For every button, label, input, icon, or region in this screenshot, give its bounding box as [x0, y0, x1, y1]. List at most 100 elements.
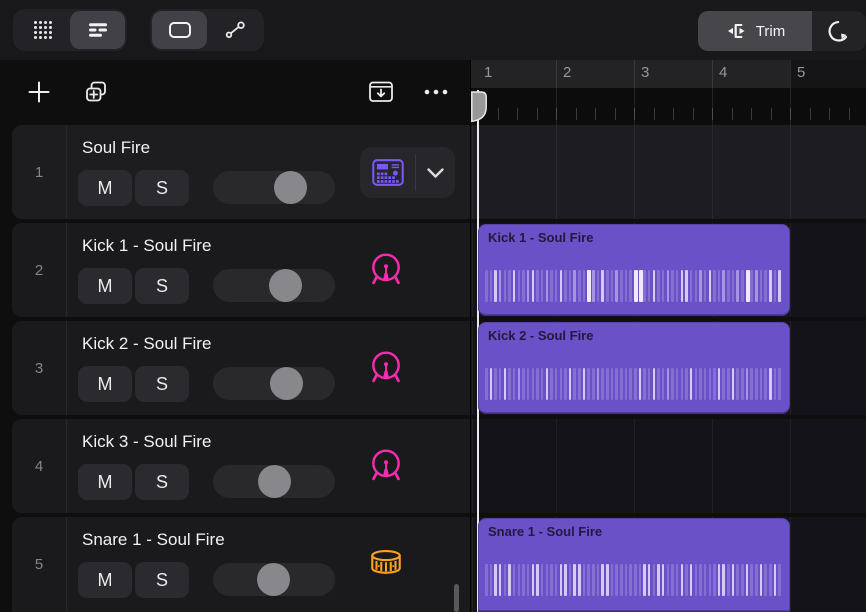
- mute-button[interactable]: M: [78, 464, 132, 500]
- track-number: 2: [12, 223, 66, 317]
- row-divider: [66, 517, 67, 612]
- solo-button[interactable]: S: [135, 268, 189, 304]
- solo-button[interactable]: S: [135, 464, 189, 500]
- track-number: 4: [12, 419, 66, 513]
- track-row-2[interactable]: 2 Kick 1 - Soul Fire M S: [12, 223, 470, 317]
- automation-icon: [224, 19, 246, 41]
- track-name: Soul Fire: [82, 138, 150, 158]
- playhead-marker[interactable]: [471, 91, 488, 128]
- bar-number: 1: [484, 64, 492, 81]
- solo-button[interactable]: S: [135, 170, 189, 206]
- track-row-3[interactable]: 3 Kick 2 - Soul Fire M S: [12, 321, 470, 415]
- instrument-disclosure-control: [360, 147, 455, 198]
- more-options-button[interactable]: [418, 74, 454, 110]
- duplicate-track-icon: [83, 79, 109, 105]
- track-instrument: [366, 542, 406, 586]
- snare-drum-icon: [367, 548, 405, 580]
- bar-number: 2: [563, 64, 571, 81]
- bar-number: 3: [641, 64, 649, 81]
- solo-button[interactable]: S: [135, 562, 189, 598]
- track-header-panel: 1 Soul Fire M S: [0, 60, 470, 612]
- row-divider: [66, 223, 67, 317]
- volume-slider[interactable]: [213, 367, 335, 400]
- volume-slider[interactable]: [213, 171, 335, 204]
- trim-button[interactable]: Trim: [698, 11, 812, 51]
- track-instrument: [366, 248, 406, 292]
- mute-button[interactable]: M: [78, 366, 132, 402]
- view-switch-group: [13, 9, 127, 51]
- region-rect-icon: [168, 20, 192, 40]
- duplicate-track-button[interactable]: [78, 74, 114, 110]
- disclosure-button[interactable]: [416, 167, 455, 179]
- region-snare-1[interactable]: Snare 1 - Soul Fire: [478, 518, 790, 612]
- mute-button[interactable]: M: [78, 170, 132, 206]
- automation-mode-button[interactable]: [207, 11, 262, 49]
- grid-icon: [32, 19, 54, 41]
- region-label: Snare 1 - Soul Fire: [488, 524, 602, 539]
- more-icon: [423, 88, 449, 96]
- volume-knob[interactable]: [274, 171, 307, 204]
- tracks-view-icon: [87, 20, 109, 40]
- trim-cycle-group: Trim: [698, 11, 866, 51]
- track-row-1[interactable]: 1 Soul Fire M S: [12, 125, 470, 219]
- midi-notes: [485, 368, 783, 400]
- logic-pro-window: Trim: [0, 0, 866, 612]
- region-kick-2[interactable]: Kick 2 - Soul Fire: [478, 322, 790, 414]
- tracks-view-button[interactable]: [70, 11, 125, 49]
- mute-button[interactable]: M: [78, 268, 132, 304]
- vertical-scrollbar-thumb[interactable]: [454, 584, 459, 612]
- volume-knob[interactable]: [269, 269, 302, 302]
- region-kick-1[interactable]: Kick 1 - Soul Fire: [478, 224, 790, 316]
- track-number: 5: [12, 517, 66, 612]
- kick-drum-icon: [367, 446, 405, 486]
- row-divider: [66, 125, 67, 219]
- midi-notes: [485, 564, 783, 596]
- ruler[interactable]: 1 2 3 4 5: [471, 60, 866, 125]
- row-divider: [66, 321, 67, 415]
- add-track-button[interactable]: [21, 74, 57, 110]
- timeline-area: 1 2 3 4 5 Kick 1 - Soul Fire Kick 2 - S: [470, 60, 866, 612]
- mute-button[interactable]: M: [78, 562, 132, 598]
- volume-knob[interactable]: [257, 563, 290, 596]
- track-list-toolbar: [0, 60, 470, 125]
- chevron-down-icon: [426, 167, 445, 179]
- edit-mode-group: [150, 9, 264, 51]
- import-button[interactable]: [363, 74, 399, 110]
- instrument-button[interactable]: [360, 159, 415, 186]
- volume-knob[interactable]: [270, 367, 303, 400]
- solo-button[interactable]: S: [135, 366, 189, 402]
- add-track-icon: [27, 80, 51, 104]
- ruler-bar-numbers: 1 2 3 4 5: [471, 60, 866, 88]
- volume-slider[interactable]: [213, 465, 335, 498]
- lane-track-4[interactable]: [471, 419, 866, 513]
- row-divider: [66, 419, 67, 513]
- import-icon: [368, 80, 394, 104]
- region-label: Kick 2 - Soul Fire: [488, 328, 593, 343]
- kick-drum-icon: [367, 348, 405, 388]
- region-label: Kick 1 - Soul Fire: [488, 230, 593, 245]
- bar-number: 5: [797, 64, 805, 81]
- volume-slider[interactable]: [213, 563, 335, 596]
- lane-track-1[interactable]: [471, 125, 866, 219]
- track-row-5[interactable]: 5 Snare 1 - Soul Fire M S: [12, 517, 470, 612]
- track-name: Kick 2 - Soul Fire: [82, 334, 211, 354]
- track-name: Snare 1 - Soul Fire: [82, 530, 225, 550]
- bar-number: 4: [719, 64, 727, 81]
- grid-view-button[interactable]: [15, 11, 70, 49]
- ruler-ticks: [471, 88, 866, 125]
- kick-drum-icon: [367, 250, 405, 290]
- cycle-icon: [826, 18, 852, 44]
- regions-mode-button[interactable]: [152, 11, 207, 49]
- cycle-range[interactable]: [471, 60, 790, 88]
- top-toolbar: Trim: [0, 0, 866, 60]
- track-instrument: [366, 346, 406, 390]
- track-name: Kick 1 - Soul Fire: [82, 236, 211, 256]
- track-row-4[interactable]: 4 Kick 3 - Soul Fire M S: [12, 419, 470, 513]
- cycle-button[interactable]: [812, 11, 866, 51]
- volume-slider[interactable]: [213, 269, 335, 302]
- midi-notes: [485, 270, 783, 302]
- track-number: 1: [12, 125, 66, 219]
- trim-label: Trim: [756, 23, 785, 40]
- track-name: Kick 3 - Soul Fire: [82, 432, 211, 452]
- volume-knob[interactable]: [258, 465, 291, 498]
